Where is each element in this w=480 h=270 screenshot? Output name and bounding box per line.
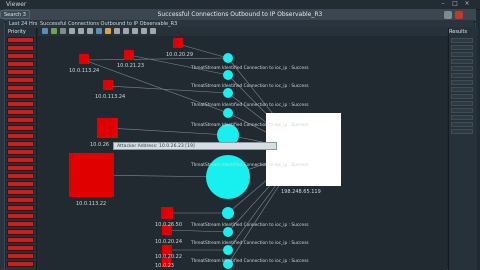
edge-label: ThreatStream Identified Connection to io… — [190, 162, 309, 168]
event-node[interactable] — [223, 53, 233, 63]
event-node[interactable] — [223, 245, 233, 255]
edge-label: ThreatStream Identified Connection to io… — [190, 102, 309, 108]
source-node[interactable] — [69, 153, 114, 197]
source-label: 10.0.113.22 — [76, 201, 106, 207]
target-label: 198.248.65.119 — [281, 189, 321, 195]
source-node[interactable] — [97, 118, 118, 138]
source-label: 10.0.113.24 — [95, 94, 125, 100]
edge-label: ThreatStream Identified Connection to io… — [190, 240, 309, 246]
source-label: 10.0.20.29 — [166, 52, 193, 58]
source-node[interactable] — [173, 38, 183, 48]
source-label: 10.0.26 — [90, 142, 109, 148]
event-node[interactable] — [223, 108, 233, 118]
source-label: 10.0.21.23 — [117, 63, 144, 69]
event-node[interactable] — [223, 227, 233, 237]
event-node[interactable] — [223, 88, 233, 98]
event-node[interactable] — [223, 70, 233, 80]
source-node[interactable] — [161, 207, 173, 219]
edge-label: ThreatStream Identified Connection to io… — [190, 222, 309, 228]
source-label: 10.0.113.24 — [69, 68, 99, 74]
edge-label: ThreatStream Identified Connection to io… — [190, 83, 309, 89]
source-label: 10.0.26.50 — [155, 222, 182, 228]
source-label: 10.0.20.22 — [155, 254, 182, 260]
event-node[interactable] — [206, 155, 250, 199]
source-node[interactable] — [79, 54, 89, 64]
event-node[interactable] — [222, 207, 234, 219]
source-label: 10.0.23 — [155, 263, 174, 269]
source-node[interactable] — [103, 80, 113, 90]
edge-label: ThreatStream Identified Connection to io… — [190, 258, 309, 264]
source-node[interactable] — [124, 50, 134, 60]
source-label: 10.0.20.24 — [155, 239, 182, 245]
edge-label: ThreatStream Identified Connection to io… — [190, 65, 309, 71]
node-tooltip: Attacker Address: 10.0.26.23 [19] — [113, 142, 277, 150]
graph-svg[interactable]: 10.0.20.29 10.0.113.24 10.0.21.23 10.0.1… — [0, 0, 480, 270]
edge-label: ThreatStream Identified Connection to io… — [190, 122, 309, 128]
